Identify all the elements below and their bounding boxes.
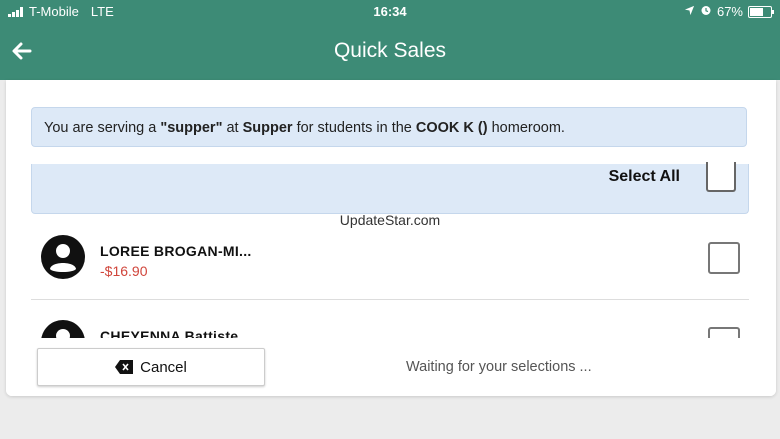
status-bar: T-Mobile LTE 16:34 67%	[0, 0, 780, 24]
location-name: Supper	[242, 120, 293, 136]
battery-percentage: 67%	[716, 4, 743, 19]
clock: 16:34	[373, 4, 407, 19]
banner-text: You are serving a	[44, 120, 161, 136]
page-title: Quick Sales	[333, 39, 447, 62]
banner-text: at	[222, 120, 243, 136]
serving-info-banner: You are serving a "supper" at Supper for…	[31, 107, 747, 147]
user-avatar-icon	[41, 320, 85, 340]
student-balance: -$16.90	[100, 263, 148, 279]
cancel-label: Cancel	[140, 358, 187, 376]
student-name: LOREE BROGAN-MI...	[100, 243, 252, 259]
student-row[interactable]: CHEYENNA Battiste	[31, 305, 749, 340]
select-all-label: Select All	[608, 168, 680, 185]
meal-name: "supper"	[160, 120, 223, 136]
user-avatar-icon	[41, 235, 85, 279]
homeroom-name: COOK K ()	[415, 120, 488, 136]
banner-text: for students in the	[292, 120, 416, 136]
select-all-panel: Select All	[31, 162, 749, 214]
backspace-icon	[115, 360, 134, 374]
app-header: Quick Sales	[0, 24, 780, 80]
student-checkbox[interactable]	[708, 242, 740, 274]
selection-status-text: Waiting for your selections ...	[406, 359, 592, 375]
banner-text: homeroom.	[487, 120, 565, 136]
select-all-checkbox[interactable]	[706, 162, 736, 192]
student-row[interactable]: LOREE BROGAN-MI... -$16.90	[31, 220, 749, 300]
battery-icon	[748, 5, 774, 18]
watermark-text: UpdateStar.com	[339, 212, 441, 228]
cancel-button[interactable]: Cancel	[37, 348, 265, 386]
alarm-icon	[700, 4, 712, 19]
location-arrow-icon	[684, 4, 695, 19]
footer-bar: Cancel Waiting for your selections ...	[6, 338, 776, 396]
